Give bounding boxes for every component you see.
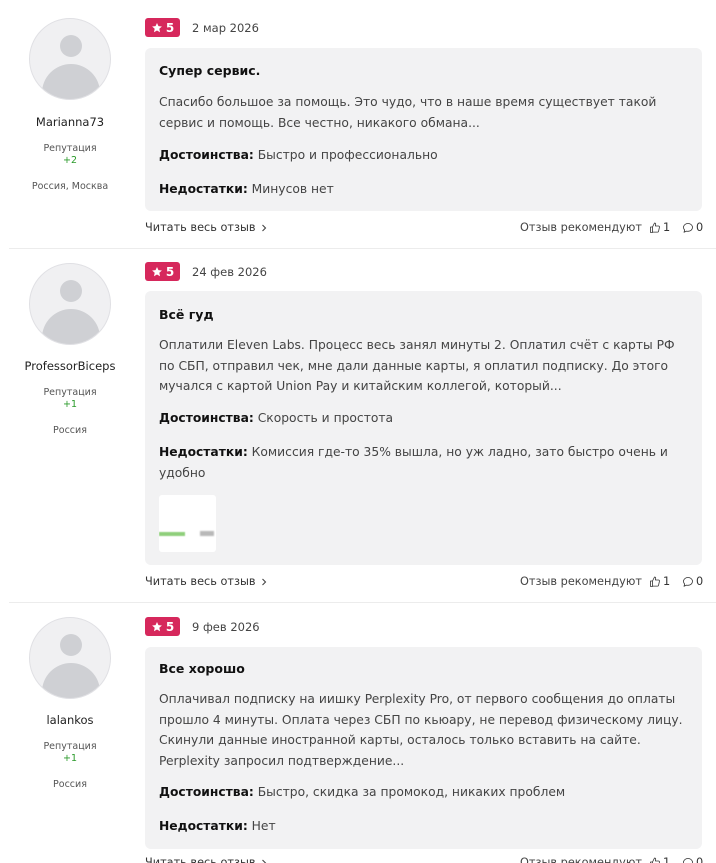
- review-text: Оплатили Eleven Labs. Процесс весь занял…: [159, 338, 675, 393]
- pros-label: Достоинства:: [159, 148, 254, 162]
- like-count: 1: [663, 575, 671, 588]
- review-title[interactable]: Всё гуд: [159, 307, 214, 322]
- review-card: Все хорошо Оплачивал подписку на иишку P…: [145, 647, 702, 849]
- review-cons: Недостатки: Нет: [159, 816, 689, 837]
- username[interactable]: ProfessorBiceps: [9, 359, 131, 373]
- review-title[interactable]: Все хорошо: [159, 661, 245, 676]
- cons-text: Минусов нет: [251, 182, 334, 196]
- comment-count: 0: [696, 221, 704, 234]
- read-full-label: Читать весь отзыв: [145, 856, 256, 863]
- username[interactable]: Marianna73: [9, 115, 131, 129]
- chevron-right-icon: [261, 578, 266, 585]
- cons-label: Недостатки:: [159, 445, 248, 459]
- star-icon: [151, 621, 162, 631]
- cons-label: Недостатки:: [159, 819, 248, 833]
- review-card: Всё гуд Оплатили Eleven Labs. Процесс ве…: [145, 291, 702, 565]
- pros-label: Достоинства:: [159, 785, 254, 799]
- user-location: Россия, Москва: [31, 181, 109, 192]
- comment-icon: [683, 857, 693, 863]
- pros-text: Быстро и профессионально: [257, 148, 438, 162]
- recommend-label: Отзыв рекомендуют: [520, 575, 642, 588]
- like-count: 1: [663, 221, 671, 234]
- recommend-label: Отзыв рекомендуют: [520, 221, 642, 234]
- review-card: Супер сервис. Спасибо большое за помощь.…: [145, 48, 702, 211]
- like-count: 1: [663, 856, 671, 863]
- avatar[interactable]: [29, 18, 111, 100]
- read-full-review-link[interactable]: Читать весь отзыв: [145, 856, 268, 863]
- review-item: Marianna73 Репутация +2 Россия, Москва 5…: [9, 0, 716, 248]
- reputation-value: +1: [62, 399, 77, 410]
- review-attachment-image[interactable]: [159, 495, 216, 552]
- review-date: 24 фев 2026: [192, 265, 267, 279]
- cons-label: Недостатки:: [159, 182, 248, 196]
- reputation-label: Репутация: [43, 741, 97, 752]
- review-text: Спасибо большое за помощь. Это чудо, что…: [159, 95, 657, 130]
- review-item: ProfessorBiceps Репутация +1 Россия 5 24…: [9, 249, 716, 602]
- comment-icon: [683, 576, 693, 587]
- cons-text: Нет: [251, 819, 276, 833]
- user-location: Россия: [53, 779, 87, 790]
- star-icon: [151, 266, 162, 276]
- thumbs-up-icon: [650, 222, 660, 233]
- pros-text: Скорость и простота: [257, 411, 394, 425]
- review-date: 2 мар 2026: [192, 21, 259, 35]
- review-pros: Достоинства: Быстро, скидка за промокод,…: [159, 782, 689, 803]
- rating-value: 5: [165, 20, 175, 35]
- read-full-review-link[interactable]: Читать весь отзыв: [145, 221, 268, 234]
- review-cons: Недостатки: Комиссия где-то 35% вышла, н…: [159, 442, 689, 483]
- pros-label: Достоинства:: [159, 411, 254, 425]
- review-text: Оплачивал подписку на иишку Perplexity P…: [159, 692, 683, 768]
- reputation-value: +2: [62, 155, 77, 166]
- pros-text: Быстро, скидка за промокод, никаких проб…: [257, 785, 566, 799]
- rating-value: 5: [165, 264, 175, 279]
- reputation-label: Репутация: [43, 143, 97, 154]
- review-pros: Достоинства: Быстро и профессионально: [159, 145, 689, 166]
- comment-count: 0: [696, 575, 704, 588]
- rating-badge: 5: [145, 262, 180, 281]
- chevron-right-icon: [261, 859, 266, 863]
- read-full-review-link[interactable]: Читать весь отзыв: [145, 575, 268, 588]
- like-button[interactable]: 1: [649, 856, 670, 863]
- chevron-right-icon: [261, 224, 266, 231]
- like-button[interactable]: 1: [649, 575, 670, 588]
- star-icon: [151, 22, 162, 32]
- reputation-label: Репутация: [43, 387, 97, 398]
- review-title[interactable]: Супер сервис.: [159, 63, 260, 78]
- thumbs-up-icon: [650, 857, 660, 863]
- review-item: lalankos Репутация +1 Россия 5 9 фев 202…: [9, 603, 716, 863]
- comment-icon: [683, 222, 693, 233]
- rating-badge: 5: [145, 18, 180, 37]
- avatar[interactable]: [29, 617, 111, 699]
- read-full-label: Читать весь отзыв: [145, 575, 256, 588]
- like-button[interactable]: 1: [649, 221, 670, 234]
- comment-button[interactable]: 0: [682, 575, 703, 588]
- recommend-label: Отзыв рекомендуют: [520, 856, 642, 863]
- comment-button[interactable]: 0: [682, 221, 703, 234]
- review-cons: Недостатки: Минусов нет: [159, 179, 689, 200]
- read-full-label: Читать весь отзыв: [145, 221, 256, 234]
- rating-value: 5: [165, 619, 175, 634]
- rating-badge: 5: [145, 617, 180, 636]
- review-pros: Достоинства: Скорость и простота: [159, 408, 689, 429]
- user-location: Россия: [53, 425, 87, 436]
- username[interactable]: lalankos: [9, 713, 131, 727]
- thumbs-up-icon: [650, 576, 660, 587]
- avatar[interactable]: [29, 263, 111, 345]
- comment-count: 0: [696, 856, 704, 863]
- review-date: 9 фев 2026: [192, 620, 260, 634]
- reputation-value: +1: [62, 753, 77, 764]
- comment-button[interactable]: 0: [682, 856, 703, 863]
